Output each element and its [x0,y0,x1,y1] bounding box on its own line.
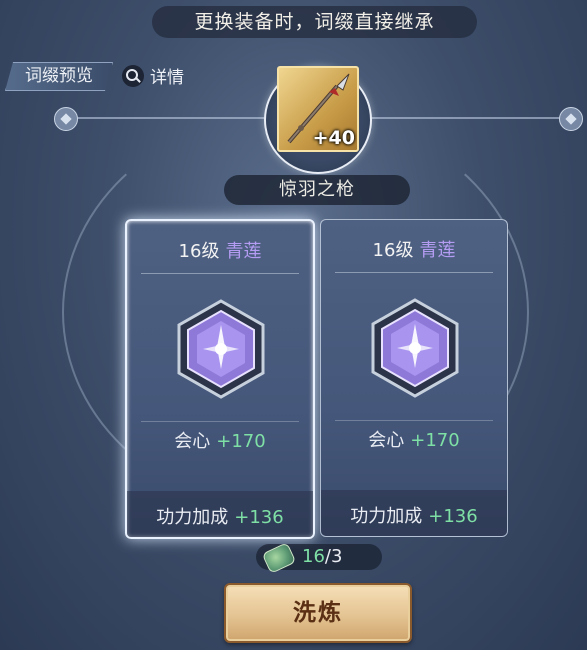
weapon-item[interactable]: +40 [277,66,359,152]
affix-quality: 青莲 [225,241,262,262]
left-connector-line [76,117,266,119]
affix-quality: 青莲 [419,240,456,261]
affix-level-row: 16级 青莲 [127,237,313,263]
divider [141,421,299,422]
affix-gem-icon [371,298,459,398]
detail-label: 详情 [150,68,184,88]
stat-row-power-box: 功力加成 +136 [321,490,507,536]
material-required: /3 [324,546,343,567]
magnifier-icon [122,64,144,87]
affix-gem-icon [177,299,265,399]
stat-name: 功力加成 [350,506,423,527]
stat-name: 会心 [174,431,211,452]
affix-level-row: 16级 青莲 [321,236,507,262]
material-current: 16 [302,546,325,567]
right-connector-line [366,117,560,119]
material-counter: 16/3 [256,542,382,574]
stat-row-crit: 会心 +170 [127,427,313,453]
affix-card-2[interactable]: 16级 青莲 会心 +170 功力加成 +136 [320,219,508,537]
refine-stone-icon [261,542,297,574]
left-node-icon [54,107,78,131]
stat-row-crit: 会心 +170 [321,426,507,452]
stat-name: 功力加成 [156,507,229,528]
enhance-level: +40 [312,127,355,149]
stat-value: +136 [428,506,478,527]
weapon-name: 惊羽之枪 [224,175,410,205]
stat-row-power: 功力加成 +136 [321,502,507,528]
inherit-notice-banner: 更换装备时，词缀直接继承 [152,6,477,38]
affix-level: 16级 [178,241,220,262]
stat-value: +136 [234,507,284,528]
divider [335,272,493,273]
stat-row-power: 功力加成 +136 [127,503,313,529]
affix-preview-tab[interactable]: 词缀预览 [5,62,113,91]
divider [335,420,493,421]
wash-button[interactable]: 洗炼 [224,583,412,643]
material-count: 16/3 [302,544,342,570]
right-node-icon [559,107,583,131]
refine-panel: 更换装备时，词缀直接继承 词缀预览 详情 +40 惊羽之枪 16级 青莲 会心 … [0,0,587,650]
stat-row-power-box: 功力加成 +136 [127,491,313,537]
stat-value: +170 [216,431,266,452]
divider [141,273,299,274]
detail-button[interactable]: 详情 [122,62,184,89]
stat-value: +170 [410,430,460,451]
affix-level: 16级 [372,240,414,261]
affix-card-1[interactable]: 16级 青莲 会心 +170 功力加成 +136 [125,219,315,539]
stat-name: 会心 [368,430,405,451]
